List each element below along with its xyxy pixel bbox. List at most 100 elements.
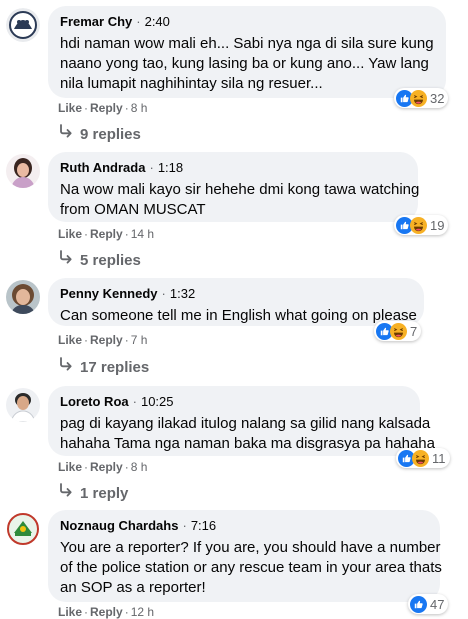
comment-text-line: an SOP as a reporter! bbox=[60, 579, 206, 596]
like-link[interactable]: Like bbox=[58, 333, 82, 347]
replies-count[interactable]: 5 replies bbox=[80, 252, 141, 269]
reply-arrow-icon bbox=[58, 123, 74, 139]
reaction-count: 32 bbox=[430, 90, 445, 106]
comment-bubble: Noznaug Chardahs · 7:16 You are a reporter… bbox=[48, 510, 442, 602]
comment-bubble: Penny Kennedy · 1:32 Can someone tell me i… bbox=[48, 278, 424, 326]
replies-count[interactable]: 1 reply bbox=[80, 485, 128, 502]
comment-text: You are a reporter? If you are, you shou… bbox=[60, 538, 442, 598]
comment-text-line: You are a reporter? If you are, you shou… bbox=[60, 539, 441, 556]
reply-arrow-icon bbox=[58, 249, 74, 265]
separator-dot: · bbox=[84, 605, 89, 619]
haha-reaction-icon bbox=[410, 90, 427, 107]
like-link[interactable]: Like bbox=[58, 101, 82, 115]
view-replies-link[interactable]: 1 reply bbox=[58, 482, 128, 502]
comment-text-line: Can someone tell me in English what goin… bbox=[60, 307, 417, 324]
reaction-count: 7 bbox=[410, 323, 418, 339]
replies-count[interactable]: 17 replies bbox=[80, 359, 149, 376]
comment-text-line: naano yong tao, kung lasing ba or kung a… bbox=[60, 55, 429, 72]
haha-reaction-icon bbox=[390, 323, 407, 340]
comment-time[interactable]: 10:25 bbox=[141, 394, 174, 409]
avatar-image-icon bbox=[6, 512, 40, 546]
replies-count[interactable]: 9 replies bbox=[80, 126, 141, 143]
reply-arrow-icon bbox=[58, 356, 74, 372]
comment-author[interactable]: Loreto Roa bbox=[60, 394, 129, 409]
comment-actions: Like · Reply · 14 h bbox=[58, 227, 154, 241]
reply-link[interactable]: Reply bbox=[90, 460, 123, 474]
comment-time[interactable]: 7:16 bbox=[191, 518, 216, 533]
comment-age[interactable]: 14 h bbox=[131, 227, 154, 241]
comment-text-line: nila lumapit naghihintay sila ng resuer.… bbox=[60, 75, 323, 92]
comment-author[interactable]: Fremar Chy bbox=[60, 14, 132, 29]
reaction-summary[interactable]: 19 bbox=[394, 215, 449, 235]
separator-dot: · bbox=[136, 14, 141, 29]
comment-author[interactable]: Noznaug Chardahs bbox=[60, 518, 178, 533]
comment-actions: Like · Reply · 7 h bbox=[58, 333, 147, 347]
avatar-image-icon bbox=[6, 154, 40, 188]
comment-actions: Like · Reply · 12 h bbox=[58, 605, 154, 619]
separator-dot: · bbox=[161, 286, 166, 301]
separator-dot: · bbox=[124, 333, 129, 347]
reaction-count: 47 bbox=[430, 596, 445, 612]
comment-bubble: Ruth Andrada · 1:18 Na wow mali kayo sir h… bbox=[48, 152, 420, 222]
comment-author[interactable]: Ruth Andrada bbox=[60, 160, 145, 175]
like-reaction-icon bbox=[410, 596, 427, 613]
separator-dot: · bbox=[124, 227, 129, 241]
reaction-count: 11 bbox=[432, 450, 446, 466]
separator-dot: · bbox=[84, 101, 89, 115]
reply-link[interactable]: Reply bbox=[90, 333, 123, 347]
comment-bubble: Fremar Chy · 2:40 hdi naman wow mali eh...… bbox=[48, 6, 446, 98]
reply-link[interactable]: Reply bbox=[90, 101, 123, 115]
reaction-count: 19 bbox=[430, 217, 445, 233]
view-replies-link[interactable]: 9 replies bbox=[58, 123, 141, 143]
comment-text-line: Na wow mali kayo sir hehehe dmi kong taw… bbox=[60, 181, 420, 198]
comment-actions: Like · Reply · 8 h bbox=[58, 101, 147, 115]
separator-dot: · bbox=[149, 160, 154, 175]
like-link[interactable]: Like bbox=[58, 605, 82, 619]
comment-text-line: hahaha Tama nga naman baka ma disgrasya … bbox=[60, 435, 435, 452]
comment-text: Na wow mali kayo sir hehehe dmi kong taw… bbox=[60, 180, 420, 220]
comment-time[interactable]: 1:32 bbox=[170, 286, 195, 301]
comment-text-line: from OMAN MUSCAT bbox=[60, 201, 206, 218]
comment-age[interactable]: 7 h bbox=[131, 333, 148, 347]
reaction-summary[interactable]: 7 bbox=[374, 321, 422, 341]
comment-text-line: pag di kayang ilakad itulog nalang sa gi… bbox=[60, 415, 431, 432]
reply-link[interactable]: Reply bbox=[90, 227, 123, 241]
comment-age[interactable]: 8 h bbox=[131, 101, 148, 115]
reaction-summary[interactable]: 11 bbox=[396, 448, 450, 468]
comment-time[interactable]: 1:18 bbox=[158, 160, 183, 175]
view-replies-link[interactable]: 5 replies bbox=[58, 249, 141, 269]
comment-text: Can someone tell me in English what goin… bbox=[60, 306, 417, 326]
separator-dot: · bbox=[182, 518, 187, 533]
avatar[interactable] bbox=[6, 280, 40, 314]
avatar-image-icon bbox=[6, 280, 40, 314]
reaction-summary[interactable]: 47 bbox=[408, 594, 449, 614]
haha-reaction-icon bbox=[410, 217, 427, 234]
view-replies-link[interactable]: 17 replies bbox=[58, 356, 149, 376]
like-link[interactable]: Like bbox=[58, 460, 82, 474]
avatar[interactable] bbox=[6, 512, 40, 546]
comment-text: hdi naman wow mali eh... Sabi nya nga di… bbox=[60, 34, 434, 94]
avatar[interactable] bbox=[6, 388, 40, 422]
separator-dot: · bbox=[124, 460, 129, 474]
separator-dot: · bbox=[84, 227, 89, 241]
comment-text: pag di kayang ilakad itulog nalang sa gi… bbox=[60, 414, 435, 454]
like-link[interactable]: Like bbox=[58, 227, 82, 241]
comment-time[interactable]: 2:40 bbox=[145, 14, 170, 29]
comment-actions: Like · Reply · 8 h bbox=[58, 460, 147, 474]
avatar-image-icon bbox=[6, 388, 40, 422]
separator-dot: · bbox=[124, 605, 129, 619]
separator-dot: · bbox=[84, 333, 89, 347]
comment-text-line: hdi naman wow mali eh... Sabi nya nga di… bbox=[60, 35, 434, 52]
comment-age[interactable]: 8 h bbox=[131, 460, 148, 474]
avatar[interactable] bbox=[6, 8, 40, 42]
comment-author[interactable]: Penny Kennedy bbox=[60, 286, 158, 301]
avatar[interactable] bbox=[6, 154, 40, 188]
comment-age[interactable]: 12 h bbox=[131, 605, 154, 619]
separator-dot: · bbox=[84, 460, 89, 474]
reaction-summary[interactable]: 32 bbox=[394, 88, 449, 108]
comment-bubble: Loreto Roa · 10:25 pag di kayang ilakad it… bbox=[48, 386, 435, 456]
separator-dot: · bbox=[132, 394, 137, 409]
avatar-image-icon bbox=[6, 8, 40, 42]
comment-text-line: of the police station or any rescue team… bbox=[60, 559, 442, 576]
reply-link[interactable]: Reply bbox=[90, 605, 123, 619]
